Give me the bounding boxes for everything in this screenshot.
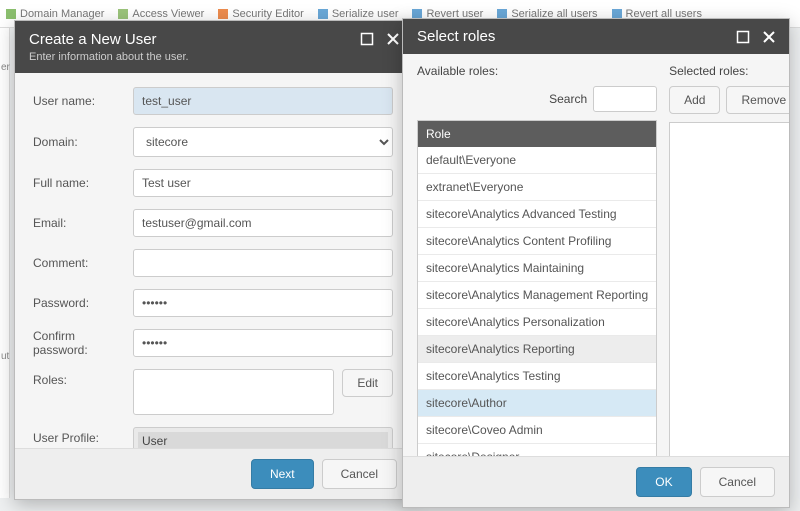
available-roles-grid[interactable]: Role default\Everyoneextranet\Everyonesi… bbox=[417, 120, 657, 456]
left-strip: er ut bbox=[0, 28, 10, 498]
domain-select[interactable]: sitecore bbox=[133, 127, 393, 157]
create-user-body: User name: Domain: sitecore Full name: E… bbox=[15, 73, 411, 448]
role-row[interactable]: sitecore\Designer bbox=[418, 444, 656, 456]
ribbon-item[interactable]: Serialize user bbox=[318, 8, 399, 20]
fullname-input[interactable] bbox=[133, 169, 393, 197]
maximize-icon[interactable] bbox=[359, 31, 375, 47]
roles-textarea[interactable] bbox=[133, 369, 334, 415]
username-label: User name: bbox=[33, 94, 133, 108]
edit-roles-button[interactable]: Edit bbox=[342, 369, 393, 397]
create-user-dialog: Create a New User Enter information abou… bbox=[14, 20, 412, 500]
role-row[interactable]: sitecore\Analytics Maintaining bbox=[418, 255, 656, 282]
available-roles-label: Available roles: bbox=[417, 64, 657, 78]
cancel-button[interactable]: Cancel bbox=[700, 467, 775, 497]
role-row[interactable]: default\Everyone bbox=[418, 147, 656, 174]
grid-header-role: Role bbox=[418, 121, 656, 147]
comment-input[interactable] bbox=[133, 249, 393, 277]
confirm-password-label: Confirm password: bbox=[33, 329, 133, 357]
role-row[interactable]: sitecore\Author bbox=[418, 390, 656, 417]
password-label: Password: bbox=[33, 296, 133, 310]
role-row[interactable]: sitecore\Analytics Management Reporting bbox=[418, 282, 656, 309]
select-roles-body: Available roles: Search Role default\Eve… bbox=[403, 54, 789, 456]
email-label: Email: bbox=[33, 216, 133, 230]
role-row[interactable]: sitecore\Analytics Personalization bbox=[418, 309, 656, 336]
password-input[interactable] bbox=[133, 289, 393, 317]
close-icon[interactable] bbox=[761, 29, 777, 45]
email-input[interactable] bbox=[133, 209, 393, 237]
user-profile-item[interactable]: User bbox=[138, 432, 388, 448]
role-row[interactable]: sitecore\Analytics Advanced Testing bbox=[418, 201, 656, 228]
maximize-icon[interactable] bbox=[735, 29, 751, 45]
next-button[interactable]: Next bbox=[251, 459, 314, 489]
dialog-header: Create a New User Enter information abou… bbox=[15, 21, 411, 73]
confirm-password-input[interactable] bbox=[133, 329, 393, 357]
fullname-label: Full name: bbox=[33, 176, 133, 190]
comment-label: Comment: bbox=[33, 256, 133, 270]
dialog-header: Select roles bbox=[403, 19, 789, 54]
dialog-title: Select roles bbox=[417, 28, 495, 45]
add-button[interactable]: Add bbox=[669, 86, 720, 114]
dialog-title: Create a New User bbox=[29, 31, 397, 48]
domain-label: Domain: bbox=[33, 135, 133, 149]
search-label: Search bbox=[549, 92, 587, 106]
dialog-subtitle: Enter information about the user. bbox=[29, 51, 397, 63]
ribbon-item[interactable]: Access Viewer bbox=[118, 8, 204, 20]
select-roles-dialog: Select roles Available roles: Search Rol… bbox=[402, 18, 790, 508]
selected-roles-grid[interactable] bbox=[669, 122, 789, 456]
role-row[interactable]: extranet\Everyone bbox=[418, 174, 656, 201]
ok-button[interactable]: OK bbox=[636, 467, 691, 497]
remove-button[interactable]: Remove bbox=[726, 86, 789, 114]
user-profile-list[interactable]: User bbox=[133, 427, 393, 448]
username-input[interactable] bbox=[133, 87, 393, 115]
role-row[interactable]: sitecore\Coveo Admin bbox=[418, 417, 656, 444]
cancel-button[interactable]: Cancel bbox=[322, 459, 397, 489]
select-roles-footer: OK Cancel bbox=[403, 456, 789, 507]
selected-roles-label: Selected roles: bbox=[669, 64, 789, 78]
search-input[interactable] bbox=[593, 86, 657, 112]
ribbon-item[interactable]: Domain Manager bbox=[6, 8, 104, 20]
role-row[interactable]: sitecore\Analytics Reporting bbox=[418, 336, 656, 363]
role-row[interactable]: sitecore\Analytics Content Profiling bbox=[418, 228, 656, 255]
ribbon-item[interactable]: Security Editor bbox=[218, 8, 304, 20]
create-user-footer: Next Cancel bbox=[15, 448, 411, 499]
role-row[interactable]: sitecore\Analytics Testing bbox=[418, 363, 656, 390]
close-icon[interactable] bbox=[385, 31, 401, 47]
user-profile-label: User Profile: bbox=[33, 427, 133, 445]
roles-label: Roles: bbox=[33, 369, 133, 387]
